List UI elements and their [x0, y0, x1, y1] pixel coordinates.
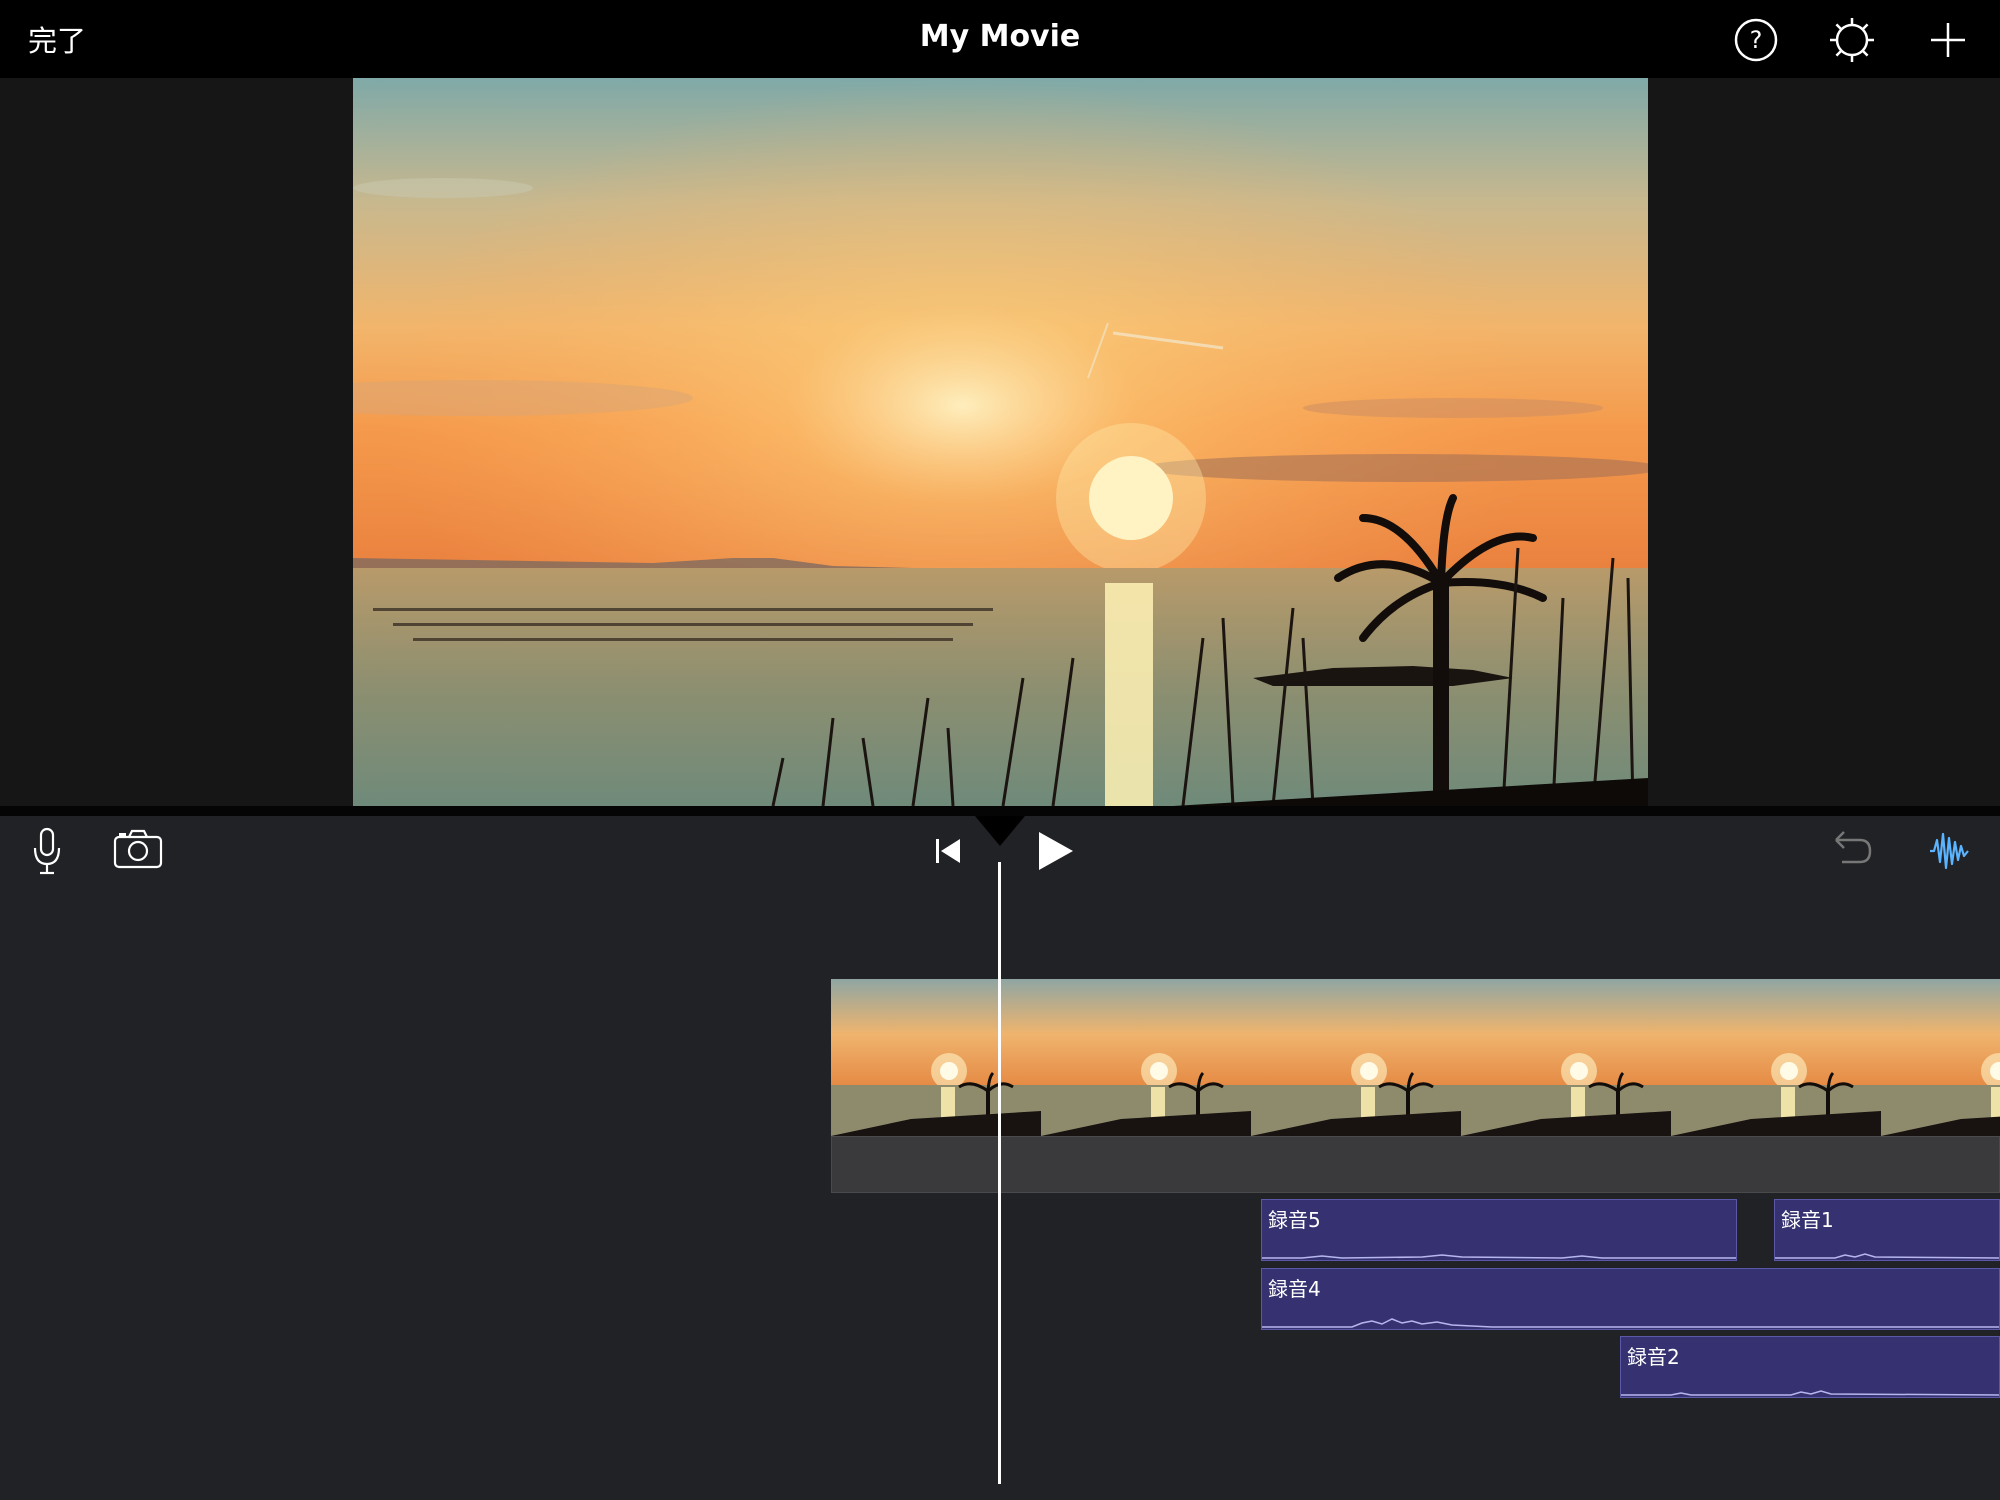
audio-waveform: [1262, 1254, 1736, 1259]
video-preview[interactable]: [353, 78, 1648, 806]
microphone-icon[interactable]: [30, 826, 64, 876]
audio-clip-recording-4[interactable]: 録音4: [1261, 1268, 2000, 1330]
viewer-divider: [0, 806, 2000, 816]
plus-icon[interactable]: [1923, 15, 1973, 65]
viewer-area: [0, 78, 2000, 806]
audio-waveform-icon[interactable]: [1928, 828, 1970, 874]
video-thumbnail: [831, 979, 1042, 1136]
top-bar: 完了 My Movie ?: [0, 0, 2000, 78]
skip-to-start-icon[interactable]: [934, 836, 962, 866]
playhead-marker[interactable]: [975, 816, 1025, 846]
sunset-preview-image: [353, 78, 1648, 806]
audio-clip-label: 録音1: [1781, 1208, 1834, 1232]
video-thumbnail: [1041, 979, 1252, 1136]
playhead-line[interactable]: [998, 862, 1001, 1484]
play-icon[interactable]: [1037, 830, 1075, 872]
audio-clip-label: 録音5: [1268, 1208, 1321, 1232]
video-thumbnail: [1251, 979, 1462, 1136]
audio-waveform: [1775, 1253, 1999, 1259]
audio-waveform: [1262, 1318, 1999, 1328]
audio-clip-label: 録音4: [1268, 1277, 1321, 1301]
undo-icon[interactable]: [1830, 826, 1874, 870]
audio-clip-recording-1[interactable]: 録音1: [1774, 1199, 2000, 1261]
video-thumbnail: [1671, 979, 1882, 1136]
video-thumbnail: [1881, 979, 2000, 1136]
audio-clip-label: 録音2: [1627, 1345, 1680, 1369]
video-thumbnail: [1461, 979, 1672, 1136]
audio-clip-recording-5[interactable]: 録音5: [1261, 1199, 1737, 1261]
gear-icon[interactable]: [1827, 15, 1877, 65]
video-clip[interactable]: [831, 979, 2000, 1136]
audio-waveform: [1621, 1390, 1999, 1396]
audio-clip-recording-2[interactable]: 録音2: [1620, 1336, 2000, 1398]
project-title: My Movie: [919, 19, 1081, 54]
video-clip-audio-track[interactable]: [831, 1136, 2000, 1193]
help-icon[interactable]: ?: [1731, 15, 1781, 65]
svg-text:?: ?: [1750, 26, 1763, 54]
camera-icon[interactable]: [113, 829, 163, 869]
